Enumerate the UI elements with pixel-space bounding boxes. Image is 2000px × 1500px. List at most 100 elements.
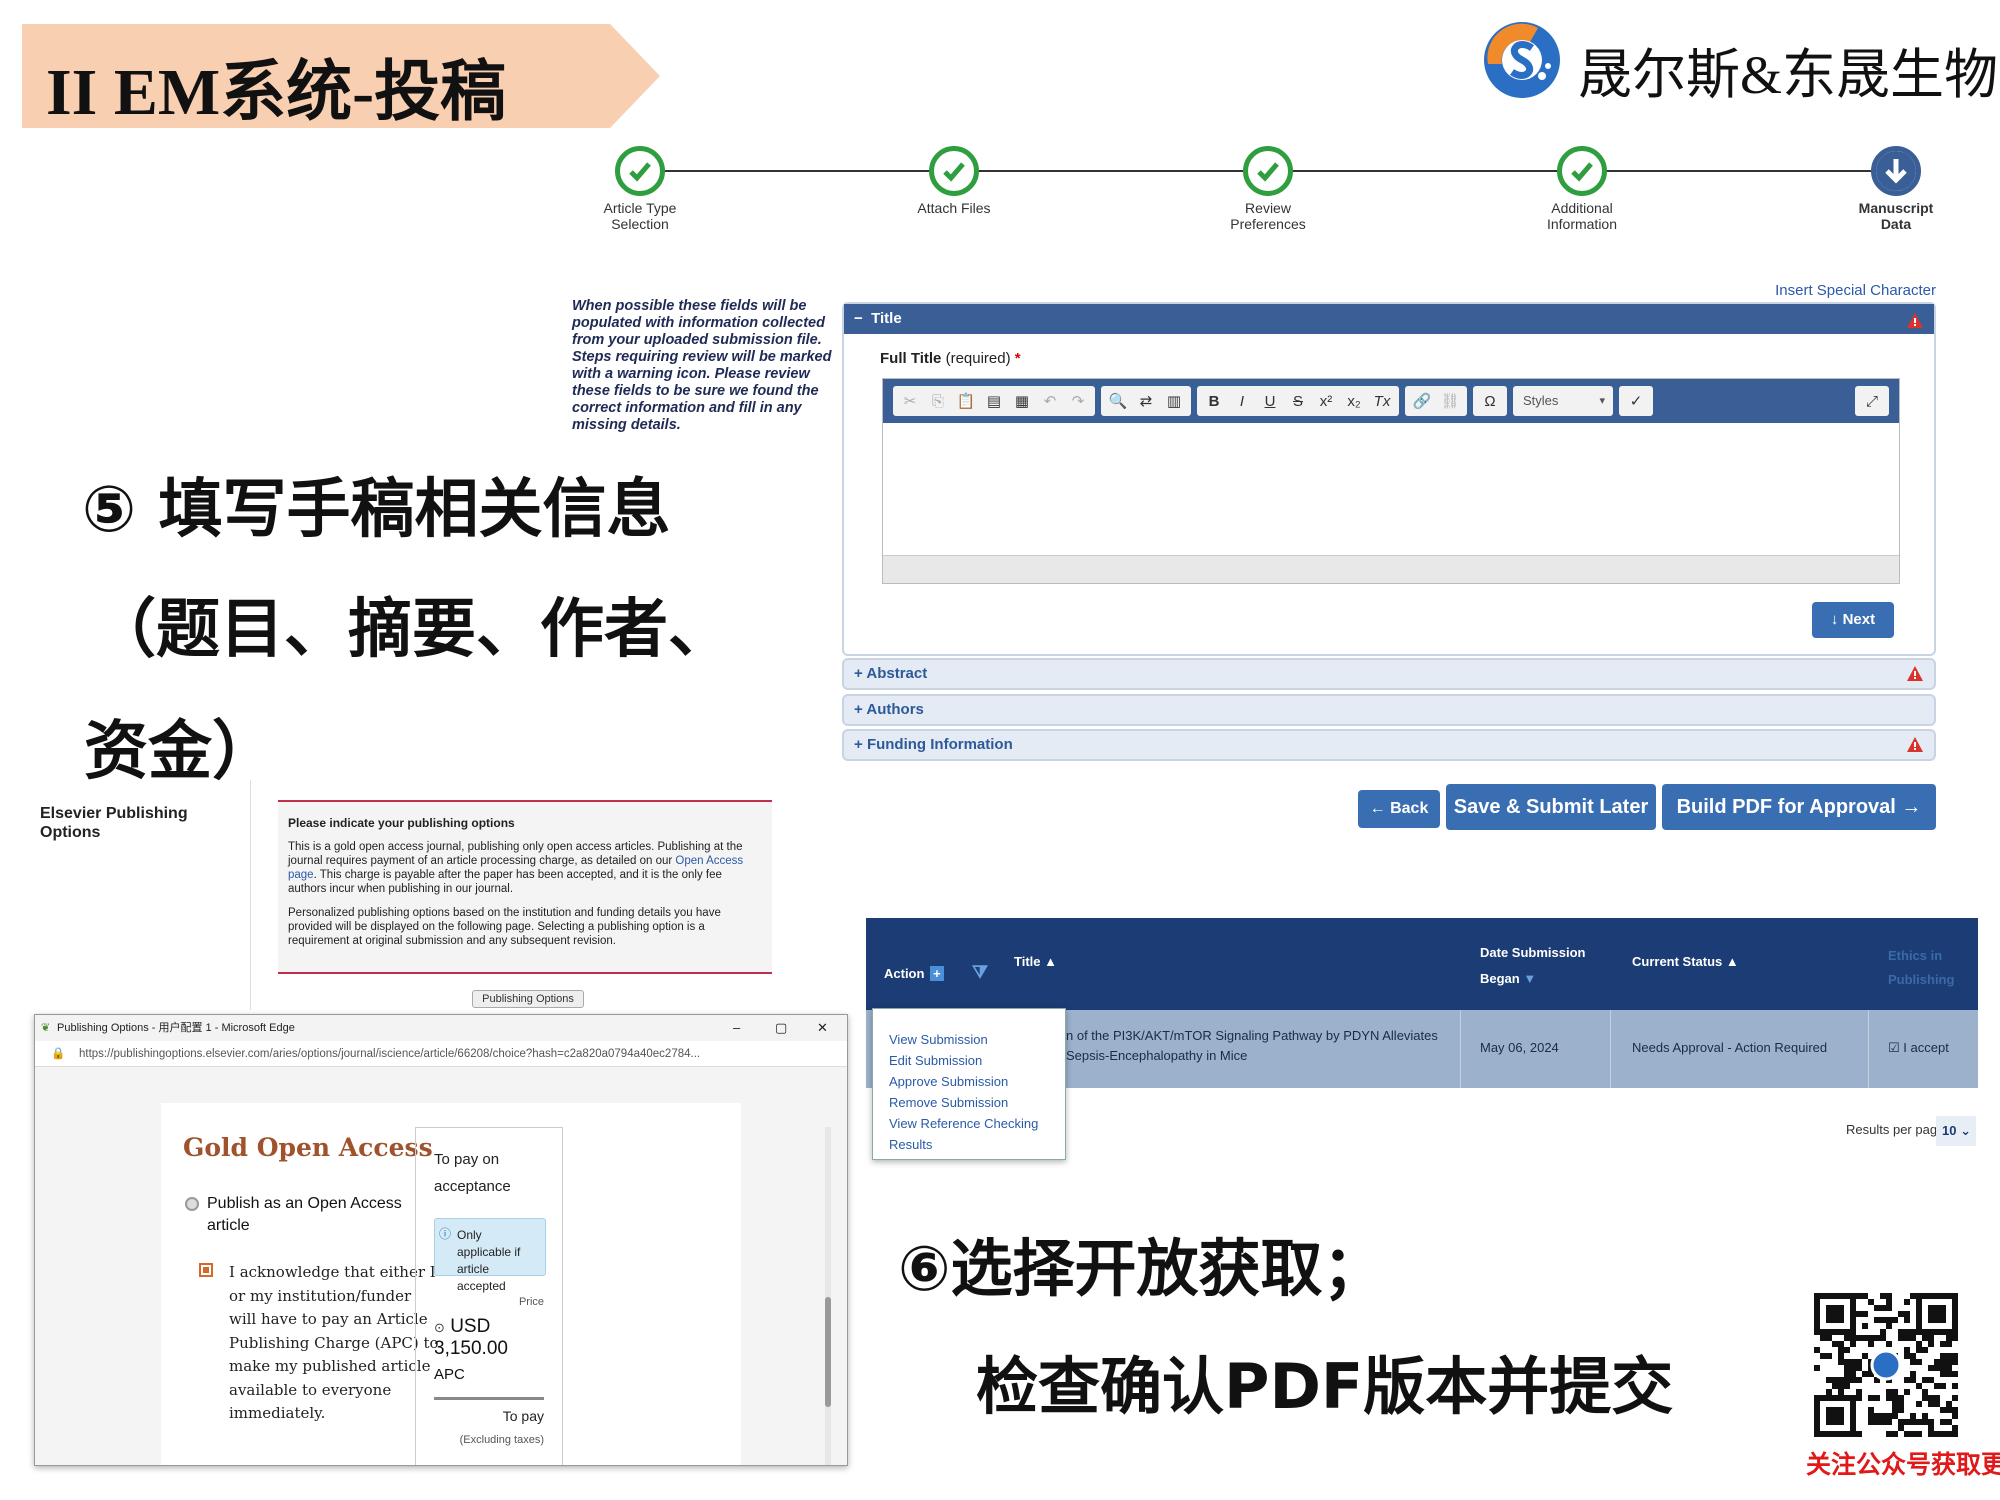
status-column-header[interactable]: Current Status ▲ (1632, 954, 1739, 969)
replace-icon[interactable]: ⇄ (1133, 388, 1159, 414)
ethics-accept: ☑ I accept (1888, 1040, 1949, 1056)
underline-icon[interactable]: U (1257, 388, 1283, 414)
check-icon (615, 146, 665, 196)
abstract-section-header[interactable]: + Abstract (842, 658, 1936, 690)
logo-mark-icon (1484, 22, 1560, 98)
warning-icon (1906, 310, 1924, 340)
save-submit-later-button[interactable]: Save & Submit Later (1446, 784, 1656, 830)
checkbox-checked-icon: ☑ (1888, 1040, 1900, 1055)
title-header-label: Title (1014, 954, 1041, 969)
status-header-label: Current Status (1632, 954, 1723, 969)
elsevier-section-title: Elsevier Publishing Options (40, 805, 188, 841)
divider (250, 780, 251, 1010)
slide-title: II EM系统-投稿 (46, 56, 507, 129)
expand-icon: + (854, 665, 863, 682)
undo-icon[interactable]: ↶ (1037, 388, 1063, 414)
maximize-icon[interactable]: ⤢ (1859, 388, 1885, 414)
build-pdf-button[interactable]: Build PDF for Approval → (1662, 784, 1936, 830)
funding-section-header[interactable]: + Funding Information (842, 729, 1936, 761)
arrow-left-icon: ← (1369, 800, 1386, 817)
plus-icon: + (930, 966, 944, 981)
italic-icon[interactable]: I (1229, 388, 1255, 414)
publishing-options-button[interactable]: Publishing Options (472, 990, 584, 1008)
link-group: 🔗 ⛓ (1405, 386, 1467, 416)
filter-clear-icon[interactable]: ⧩ (972, 962, 988, 983)
next-button[interactable]: ↓ Next (1812, 602, 1894, 638)
leaf-icon: ❦ (41, 1022, 51, 1034)
styles-dropdown[interactable]: Styles (1513, 386, 1613, 416)
unlink-icon[interactable]: ⛓ (1437, 388, 1463, 414)
date-column-header[interactable]: Date Submission Began ▼ (1480, 940, 1590, 992)
maximize-group: ⤢ (1855, 386, 1889, 416)
results-per-page-select[interactable]: 10 ⌄ (1936, 1116, 1976, 1146)
bold-icon[interactable]: B (1201, 388, 1227, 414)
insert-special-character-link[interactable]: Insert Special Character (1700, 282, 1936, 299)
minimize-icon[interactable]: – (733, 1015, 740, 1041)
step5-detail-1: （题目、摘要、作者、 (92, 593, 732, 667)
close-icon[interactable]: ✕ (817, 1015, 828, 1041)
chevron-down-icon: ⌄ (1960, 1123, 1971, 1138)
step-label-line2: Information (1546, 216, 1618, 232)
full-title-editor[interactable]: ✂ ⎘ 📋 ▤ ▦ ↶ ↷ 🔍 ⇄ ▥ B I U S x² x₂ Tx 🔗 ⛓… (882, 378, 1900, 584)
progress-step[interactable]: Attach Files (894, 146, 1014, 216)
ethics-column-header: Ethics in Publishing (1888, 948, 1955, 987)
step6-heading: ⑥选择开放获取； (898, 1232, 1385, 1305)
next-label: Next (1842, 611, 1876, 628)
paste-word-icon[interactable]: ▦ (1009, 388, 1035, 414)
subscript-icon[interactable]: x₂ (1341, 388, 1367, 414)
editor-resize-bar[interactable] (883, 555, 1899, 583)
action-menu-item[interactable]: Approve Submission (889, 1071, 1049, 1092)
arrow-right-icon: → (1901, 796, 1922, 818)
authors-section-header[interactable]: + Authors (842, 694, 1936, 726)
action-menu-item[interactable]: View Submission (889, 1029, 1049, 1050)
scrollbar[interactable] (825, 1127, 831, 1465)
action-menu-item[interactable]: View Reference Checking Results (889, 1113, 1049, 1155)
superscript-icon[interactable]: x² (1313, 388, 1339, 414)
step-label: Additional Information (1522, 200, 1642, 232)
action-menu: View Submission Edit Submission Approve Su… (872, 1008, 1066, 1160)
remove-format-icon[interactable]: Tx (1369, 388, 1395, 414)
price-amount: USD 3,150.00 (434, 1316, 508, 1359)
edge-browser-window: ❦ Publishing Options - 用户配置 1 - Microsof… (34, 1014, 848, 1466)
action-menu-item[interactable]: Remove Submission (889, 1092, 1049, 1113)
results-per-page-value: 10 (1942, 1123, 1957, 1138)
cut-icon[interactable]: ✂ (897, 388, 923, 414)
title-section-header[interactable]: − Title (844, 304, 1934, 334)
progress-step[interactable]: Article Type Selection (580, 146, 700, 232)
required-star: * (1014, 350, 1021, 367)
title-column-header[interactable]: Title ▲ (1014, 954, 1057, 969)
maximize-window-icon[interactable]: ▢ (775, 1015, 787, 1041)
select-all-icon[interactable]: ▥ (1161, 388, 1187, 414)
gold-open-access-title: Gold Open Access (183, 1133, 433, 1162)
open-access-radio[interactable] (185, 1197, 199, 1211)
step5-heading: ⑤ 填写手稿相关信息 (82, 473, 671, 547)
apc-acknowledge-checkbox[interactable] (199, 1263, 213, 1277)
action-header-label: Action (884, 966, 925, 981)
progress-step[interactable]: Manuscript Data (1836, 146, 1956, 232)
paste-icon[interactable]: 📋 (953, 388, 979, 414)
back-button[interactable]: ← Back (1358, 790, 1440, 828)
redo-icon[interactable]: ↷ (1065, 388, 1091, 414)
progress-step[interactable]: Review Preferences (1208, 146, 1328, 232)
to-pay-label: To pay (502, 1408, 544, 1424)
strikethrough-icon[interactable]: S (1285, 388, 1311, 414)
address-bar[interactable]: 🔒 https://publishingoptions.elsevier.com… (35, 1041, 847, 1067)
sort-up-icon: ▲ (1725, 954, 1739, 969)
progress-step[interactable]: Additional Information (1522, 146, 1642, 232)
copy-icon[interactable]: ⎘ (925, 388, 951, 414)
paste-text-icon[interactable]: ▤ (981, 388, 1007, 414)
full-title-text: Full Title (880, 350, 942, 367)
back-label: Back (1390, 800, 1429, 817)
separator (434, 1397, 544, 1400)
funding-label: Funding Information (866, 736, 1013, 753)
action-menu-item[interactable]: Edit Submission (889, 1050, 1049, 1071)
sort-up-icon: ▲ (1044, 954, 1057, 969)
apc-acknowledge-label: I acknowledge that either I or my instit… (229, 1263, 439, 1422)
action-column-header[interactable]: Action + (884, 966, 944, 981)
spellcheck-icon[interactable]: ✓ (1623, 388, 1649, 414)
results-per-page-label: Results per page (1846, 1122, 1945, 1137)
omega-icon[interactable]: Ω (1477, 388, 1503, 414)
link-icon[interactable]: 🔗 (1409, 388, 1435, 414)
find-icon[interactable]: 🔍 (1105, 388, 1131, 414)
required-text: (required) (945, 350, 1011, 367)
